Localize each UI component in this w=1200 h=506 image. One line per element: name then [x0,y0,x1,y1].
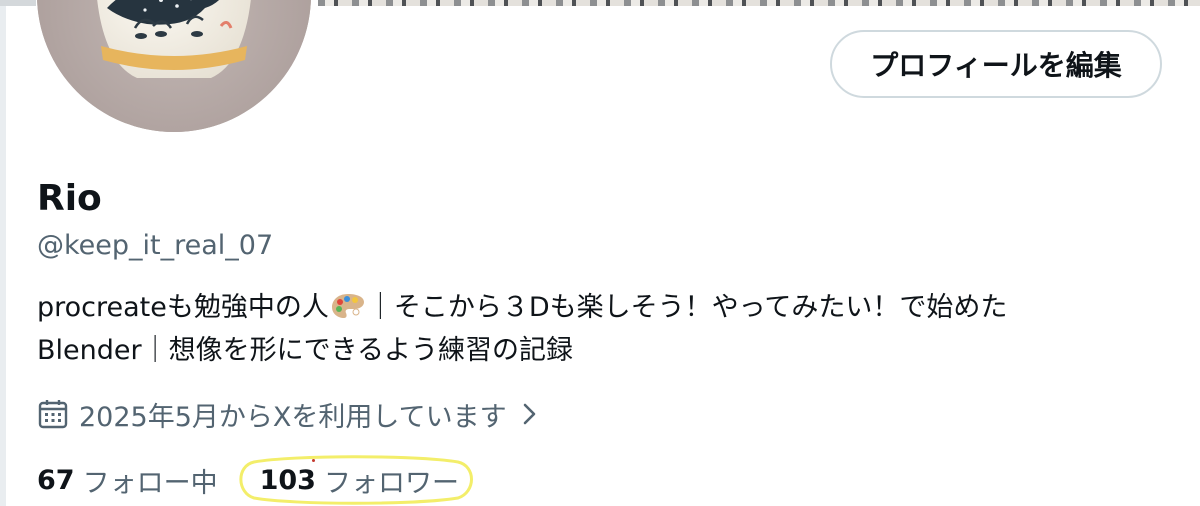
chevron-right-icon [523,403,535,425]
avatar[interactable] [37,0,311,132]
follow-stats: 67 フォロー中 103 フォロワー [37,460,459,500]
bio-text-end: ｜そこから３Dも楽しそう！やってみたい！で始めた [366,292,1008,323]
edit-profile-button-label: プロフィールを編集 [870,49,1122,82]
profile-page: プロフィールを編集 Rio @keep_it_real_07 procreate… [0,0,1200,506]
edit-profile-button[interactable]: プロフィールを編集 [830,30,1162,98]
banner-edge [0,0,36,6]
bio-line-2: Blender｜想像を形にできるよう練習の記録 [37,335,574,366]
following-label: フォロー中 [82,467,218,499]
bio-line-1: procreateも勉強中の人 ｜そこから３Dも楽しそう！やってみたい！で始めた [37,286,1167,329]
joined-date-text: 2025年5月からXを利用しています [79,401,507,433]
banner-image [318,0,1200,6]
avatar-image [37,0,311,132]
joined-date[interactable]: 2025年5月からXを利用しています [37,394,539,434]
followers-link[interactable]: 103 フォロワー [260,461,459,500]
display-name: Rio [37,178,102,219]
following-link[interactable]: 67 フォロー中 [37,461,218,500]
profile-bio: procreateも勉強中の人 ｜そこから３Dも楽しそう！やってみたい！で始めた … [37,286,1167,372]
annotation-dot [312,459,315,462]
user-handle: @keep_it_real_07 [37,230,274,261]
followers-label: フォロワー [323,467,459,499]
followers-count: 103 [259,464,316,496]
artist-palette-icon [331,294,364,318]
column-border [0,0,6,506]
calendar-icon [38,400,68,429]
following-count: 67 [37,464,75,496]
bio-text-start: procreateも勉強中の人 [37,292,329,323]
